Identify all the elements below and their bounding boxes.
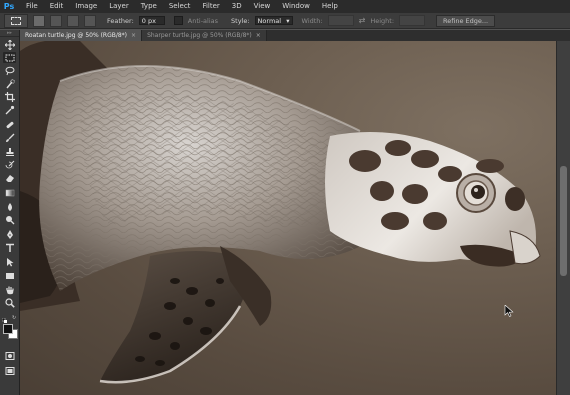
screen-mode-icon[interactable] xyxy=(3,365,16,376)
lasso-tool-icon[interactable] xyxy=(3,65,16,76)
move-tool-icon[interactable] xyxy=(3,39,16,50)
marquee-tool-icon[interactable] xyxy=(3,52,16,63)
cursor-icon xyxy=(504,304,514,317)
style-value: Normal xyxy=(257,16,282,25)
menu-view[interactable]: View xyxy=(248,0,277,13)
quick-mask-icon[interactable] xyxy=(3,350,16,361)
brush-tool-icon[interactable] xyxy=(3,132,16,143)
hand-tool-icon[interactable] xyxy=(3,284,16,295)
tab-roatan-turtle[interactable]: Roatan turtle.jpg @ 50% (RGB/8*) × xyxy=(20,30,143,41)
subtract-selection-button[interactable] xyxy=(67,14,79,27)
menu-help[interactable]: Help xyxy=(316,0,344,13)
intersect-selection-button[interactable] xyxy=(84,14,96,27)
history-brush-icon[interactable] xyxy=(3,159,16,170)
crop-tool-icon[interactable] xyxy=(3,91,16,102)
close-icon[interactable]: × xyxy=(131,32,136,39)
rectangle-tool-icon[interactable] xyxy=(3,270,16,281)
eyedropper-icon[interactable] xyxy=(3,104,16,115)
zoom-tool-icon[interactable] xyxy=(3,297,16,308)
feather-input[interactable]: 0 px xyxy=(138,16,165,25)
blur-tool-icon[interactable] xyxy=(3,201,16,212)
document-tabs: Roatan turtle.jpg @ 50% (RGB/8*) × Sharp… xyxy=(20,30,570,41)
chevron-down-icon: ▾ xyxy=(286,16,290,25)
tools-panel: ▸▸ ↻ xyxy=(0,30,20,395)
menu-3d[interactable]: 3D xyxy=(226,0,248,13)
type-tool-icon[interactable] xyxy=(3,242,16,253)
style-label: Style: xyxy=(231,16,250,25)
menu-filter[interactable]: Filter xyxy=(196,0,225,13)
foreground-color-swatch[interactable] xyxy=(3,324,13,334)
menu-image[interactable]: Image xyxy=(69,0,103,13)
panel-grip[interactable]: ▸▸ xyxy=(0,30,19,37)
document-canvas[interactable] xyxy=(20,41,556,395)
eraser-icon[interactable] xyxy=(3,172,16,183)
height-input[interactable] xyxy=(399,15,426,26)
menu-type[interactable]: Type xyxy=(135,0,163,13)
menu-edit[interactable]: Edit xyxy=(44,0,70,13)
tab-label: Sharper turtle.jpg @ 50% (RGB/8*) xyxy=(147,32,252,39)
add-to-selection-button[interactable] xyxy=(50,14,62,27)
vertical-scrollbar[interactable] xyxy=(556,41,570,395)
feather-label: Feather: xyxy=(107,16,134,25)
gradient-tool-icon[interactable] xyxy=(3,187,16,198)
new-selection-button[interactable] xyxy=(33,14,45,27)
tool-preset-picker[interactable] xyxy=(4,13,28,28)
anti-alias-label: Anti-alias xyxy=(187,16,219,25)
style-select[interactable]: Normal ▾ xyxy=(254,16,293,25)
marquee-preset-icon xyxy=(11,16,21,25)
refine-edge-button[interactable]: Refine Edge... xyxy=(436,14,496,27)
photoshop-logo-icon: Ps xyxy=(3,2,15,11)
width-input[interactable] xyxy=(327,15,354,26)
menu-bar: Ps File Edit Image Layer Type Select Fil… xyxy=(0,0,570,13)
close-icon[interactable]: × xyxy=(256,32,261,39)
tab-sharper-turtle[interactable]: Sharper turtle.jpg @ 50% (RGB/8*) × xyxy=(142,30,267,41)
anti-alias-checkbox[interactable] xyxy=(173,16,183,25)
swap-icon[interactable]: ⇄ xyxy=(359,16,366,25)
menu-select[interactable]: Select xyxy=(163,0,197,13)
menu-layer[interactable]: Layer xyxy=(103,0,135,13)
turtle-photo xyxy=(20,41,541,384)
dodge-tool-icon[interactable] xyxy=(3,214,16,225)
quick-select-icon[interactable] xyxy=(3,78,16,89)
width-label: Width: xyxy=(301,16,323,25)
menu-file[interactable]: File xyxy=(18,0,44,13)
swap-colors-icon[interactable]: ↻ xyxy=(12,316,17,321)
spot-heal-icon[interactable] xyxy=(3,119,16,130)
tab-label: Roatan turtle.jpg @ 50% (RGB/8*) xyxy=(25,32,128,39)
default-colors-icon[interactable] xyxy=(1,317,7,323)
menu-window[interactable]: Window xyxy=(276,0,316,13)
options-bar: Feather: 0 px Anti-alias Style: Normal ▾… xyxy=(0,13,570,29)
pen-tool-icon[interactable] xyxy=(3,229,16,240)
scrollbar-thumb[interactable] xyxy=(560,166,567,276)
path-select-icon[interactable] xyxy=(3,256,16,267)
height-label: Height: xyxy=(370,16,395,25)
clone-stamp-icon[interactable] xyxy=(3,146,16,157)
